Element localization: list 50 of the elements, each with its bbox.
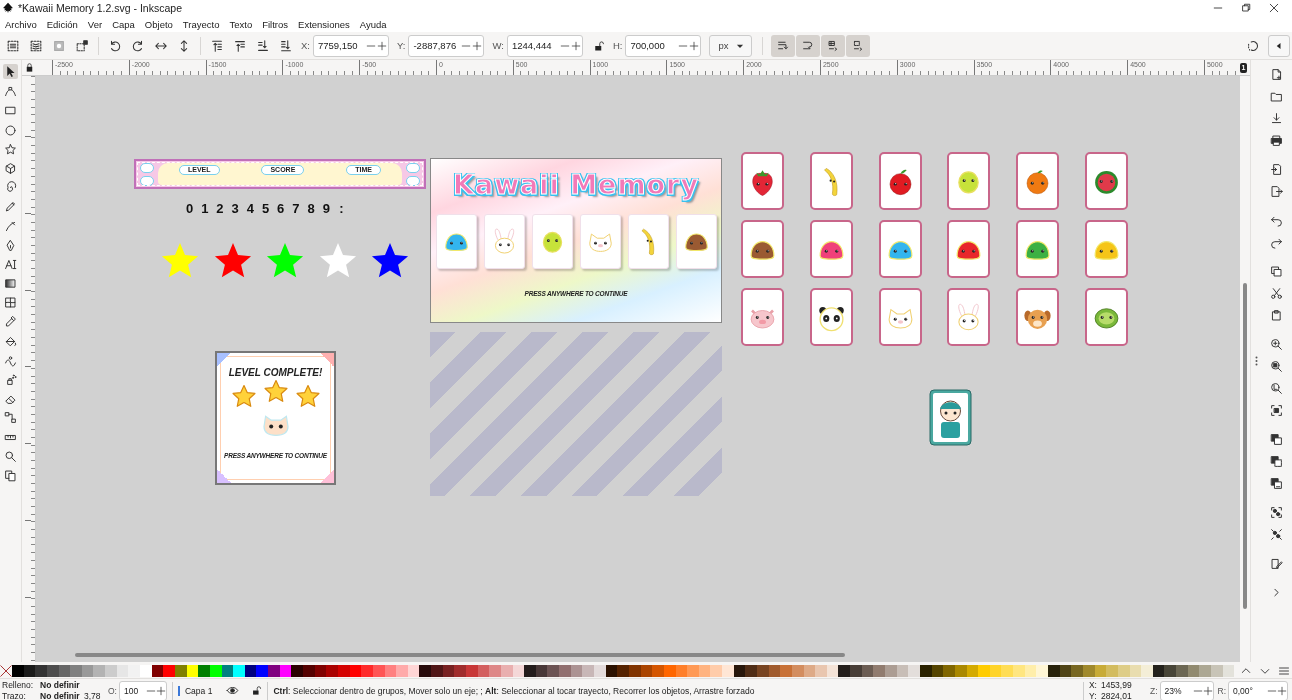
- menu-item[interactable]: Filtros: [257, 18, 294, 30]
- cursor-x-label: X:: [1088, 679, 1098, 691]
- width-field[interactable]: 1244,444: [506, 34, 583, 57]
- cursor-x: 1453,99: [1100, 679, 1133, 691]
- rotation-label: R:: [1217, 685, 1226, 696]
- digit-glyph: 2: [215, 201, 225, 216]
- digit-glyph: 1: [200, 201, 210, 216]
- field-label: W:: [492, 40, 504, 51]
- field-label: H:: [612, 40, 623, 51]
- cursor-y-label: Y:: [1088, 690, 1098, 700]
- game-title: Kawaii Memory: [453, 169, 699, 200]
- stroke-label: Trazo:: [2, 690, 27, 700]
- fill-value: No definir: [40, 679, 81, 691]
- menu-item[interactable]: Archivo: [0, 18, 42, 30]
- y-field[interactable]: -2887,876: [408, 34, 485, 57]
- window-title: *Kawaii Memory 1.2.svg - Inkscape: [18, 2, 182, 14]
- digit-glyph: 7: [291, 201, 301, 216]
- digit-glyph: 9: [321, 201, 331, 216]
- menu-item[interactable]: Ayuda: [354, 18, 392, 30]
- menu-item[interactable]: Extensiones: [293, 18, 355, 30]
- cursor-y: 2824,01: [1100, 690, 1133, 700]
- field-label: X:: [301, 40, 310, 51]
- digit-glyph: 6: [276, 201, 286, 216]
- layer-selector[interactable]: Capa 1: [178, 685, 213, 696]
- opacity-label: O:: [108, 685, 117, 696]
- zoom-label: Z:: [1149, 685, 1158, 696]
- zoom-field[interactable]: 23%: [1159, 680, 1214, 700]
- stroke-width: 3,78: [84, 690, 102, 700]
- height-field[interactable]: 700,000: [625, 34, 702, 57]
- digit-glyph: 8: [306, 201, 316, 216]
- x-field[interactable]: 7759,150: [313, 34, 389, 57]
- field-label: Y:: [397, 40, 406, 51]
- status-message: Ctrl: Seleccionar dentro de grupos, Mover solo un eje; ; Alt: Seleccionar al tocar trayecto, Recorrer los objetos, Arrastre forzado: [273, 685, 755, 696]
- menu-item[interactable]: Capa: [107, 18, 140, 30]
- digit-glyph: 4: [245, 201, 255, 216]
- stroke-value: No definir: [40, 690, 81, 700]
- digit-glyph: 0: [184, 201, 195, 216]
- unit-dropdown[interactable]: px: [709, 34, 753, 57]
- digit-glyph: 5: [260, 201, 271, 216]
- digit-glyph: :: [338, 201, 345, 216]
- menu-item[interactable]: Objeto: [139, 18, 178, 30]
- card-title: LEVEL COMPLETE!: [228, 367, 323, 378]
- menu-item[interactable]: Edición: [41, 18, 83, 30]
- opacity-field[interactable]: 100: [119, 680, 167, 700]
- menu-item[interactable]: Trayecto: [177, 18, 225, 30]
- menu-item[interactable]: Ver: [82, 18, 108, 30]
- digit-glyph: 3: [230, 201, 240, 216]
- menu-item[interactable]: Texto: [224, 18, 258, 30]
- fill-label: Relleno:: [2, 679, 35, 691]
- rotation-field[interactable]: 0,00°: [1228, 680, 1288, 700]
